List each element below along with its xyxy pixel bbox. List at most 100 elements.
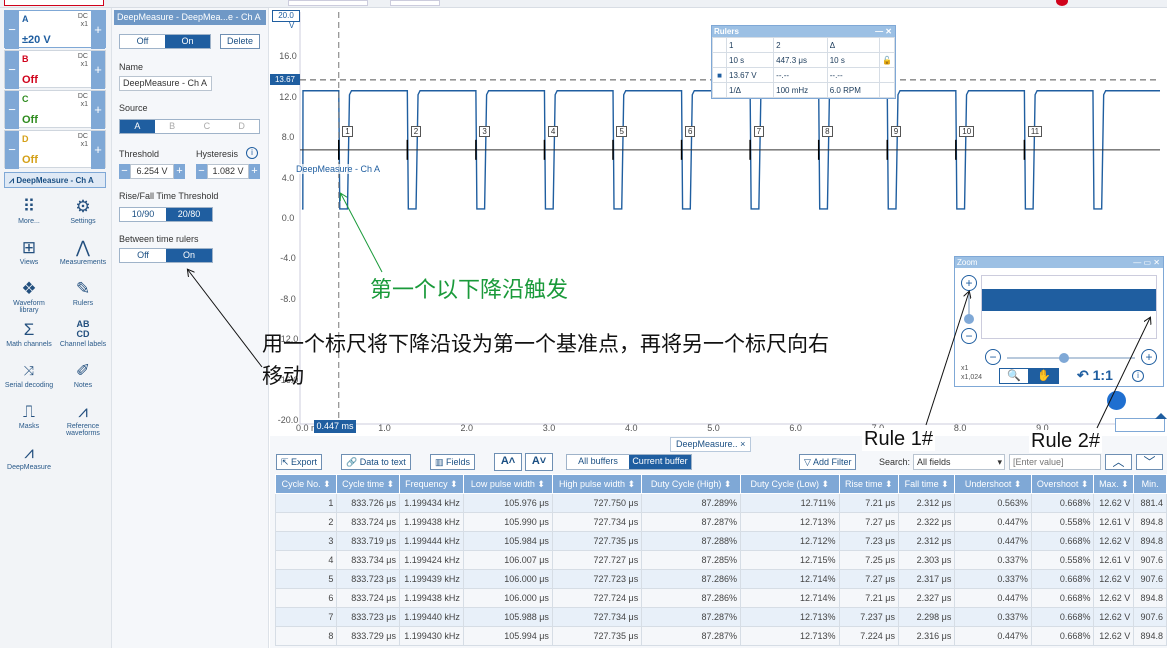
table-cell: 12.713% [739, 626, 840, 646]
column-header[interactable]: Overshoot ⬍ [1030, 474, 1095, 494]
sort-icon[interactable]: ⬍ [882, 479, 893, 489]
sort-icon[interactable]: ⬍ [1011, 479, 1022, 489]
column-header[interactable]: Max. ⬍ [1093, 474, 1135, 494]
sort-icon[interactable]: ⬍ [535, 479, 545, 489]
rulers-window[interactable]: Rulers — ✕ 12Δ 10 s 447.3 μs 10 s 🔓 ■ 13.67 V… [711, 25, 896, 99]
zoom-in-horizontal-button[interactable]: + [1141, 349, 1157, 365]
table-row[interactable]: 1 833.726 μs 1.199434 kHz 105.976 μs 727.750… [274, 493, 1167, 513]
table-row[interactable]: 4 833.734 μs 1.199424 kHz 106.007 μs 727.727… [274, 550, 1167, 570]
rulers-close-icon[interactable]: — ✕ [875, 26, 892, 37]
sort-icon[interactable]: ⬍ [939, 479, 949, 489]
cycle-number-marker: 8 [822, 125, 833, 137]
zoom-out-horizontal-button[interactable]: − [985, 349, 1001, 365]
sort-icon[interactable]: ⬍ [819, 479, 829, 489]
sort-icon[interactable]: ⬍ [448, 479, 458, 489]
column-header[interactable]: High pulse width ⬍ [551, 474, 643, 494]
tool-deepmeasure[interactable]: ⩘ DeepMeasure [4, 442, 54, 471]
zoom-overview[interactable] [981, 275, 1157, 339]
zoom-overview-window[interactable]: Zoom — ▭ ✕ + − − + x1 x1,024 🔍 ✋ ↶ 1:1 i [954, 256, 1164, 387]
rulers-title: Rulers — ✕ [712, 26, 895, 37]
y-range-chip[interactable]: 20.0 [272, 10, 300, 22]
table-cell: 12.715% [739, 550, 840, 570]
search-value-input[interactable] [1009, 454, 1101, 470]
column-header[interactable]: Min. [1133, 474, 1167, 494]
zoom-out-vertical-button[interactable]: − [961, 328, 977, 344]
search-next-icon[interactable]: ﹀ [1136, 454, 1163, 470]
fields-button[interactable]: ▥ Fields [430, 454, 476, 470]
table-cell: 727.734 μs [551, 607, 643, 627]
filter-icon: ▽ [804, 457, 813, 467]
scroll-up-icon[interactable] [1155, 413, 1167, 419]
buffer-selector[interactable]: All buffers Current buffer [566, 454, 692, 470]
ruler-freq-label: 1/Δ [725, 82, 775, 98]
column-header[interactable]: Low pulse width ⬍ [462, 474, 553, 494]
pan-hand-icon[interactable]: ✋ [1029, 368, 1059, 384]
table-row[interactable]: 5 833.723 μs 1.199439 kHz 106.000 μs 727.723… [274, 569, 1167, 589]
table-cell: 894.8 [1133, 588, 1167, 608]
sort-icon[interactable]: ⬍ [625, 479, 636, 489]
undo-icon: ↶ [1077, 367, 1093, 383]
table-cell: 12.62 V [1093, 493, 1135, 513]
table-row[interactable]: 2 833.724 μs 1.199438 kHz 105.990 μs 727.734… [274, 512, 1167, 532]
add-filter-button[interactable]: ▽ Add Filter [799, 454, 857, 470]
vertical-zoom-thumb[interactable] [964, 314, 974, 324]
column-header[interactable]: Undershoot ⬍ [954, 474, 1032, 494]
all-buffers-option[interactable]: All buffers [567, 455, 629, 469]
ruler-voltage-chip[interactable]: 13.67 [270, 74, 300, 85]
column-header[interactable]: Cycle No. ⬍ [274, 474, 338, 494]
column-header[interactable]: Cycle time ⬍ [336, 474, 400, 494]
timebase-input[interactable] [1115, 418, 1165, 432]
table-cell: 12.61 V [1093, 512, 1135, 532]
column-header[interactable]: Duty Cycle (High) ⬍ [641, 474, 741, 494]
column-header[interactable]: Rise time ⬍ [838, 474, 899, 494]
link-icon: 🔗 [346, 457, 360, 467]
export-icon: ⇱ [281, 457, 292, 467]
search-scope-select[interactable]: All fields ▾ [913, 454, 1005, 470]
table-cell: 2 [274, 512, 338, 532]
table-row[interactable]: 6 833.724 μs 1.199438 kHz 106.000 μs 727.724… [274, 588, 1167, 608]
table-cell: 2.317 μs [897, 569, 956, 589]
horizontal-zoom-thumb[interactable] [1059, 353, 1069, 363]
lock-icon[interactable]: 🔓 [879, 52, 895, 68]
table-cell: 2.316 μs [897, 626, 956, 646]
search-previous-icon[interactable]: ︿ [1105, 454, 1132, 470]
column-header[interactable]: Fall time ⬍ [897, 474, 956, 494]
cycle-number-marker: 11 [1027, 125, 1043, 137]
search-label: Search: [879, 457, 911, 467]
font-decrease-icon[interactable]: A˅ [525, 453, 553, 471]
y-tick-label: 4.0 [281, 172, 295, 183]
zoom-window-controls-icon[interactable]: — ▭ ✕ [1133, 257, 1160, 268]
export-button[interactable]: ⇱ Export [276, 454, 323, 470]
trigger-position-marker[interactable] [1107, 391, 1126, 410]
y-tick-label: 8.0 [281, 132, 295, 143]
deepmeasure-tab[interactable]: DeepMeasure.. × [670, 437, 752, 452]
zoom-in-vertical-button[interactable]: + [961, 275, 977, 291]
current-buffer-option[interactable]: Current buffer [629, 455, 691, 469]
table-row[interactable]: 8 833.729 μs 1.199430 kHz 105.994 μs 727.735… [274, 626, 1167, 646]
column-header[interactable]: Duty Cycle (Low) ⬍ [739, 474, 840, 494]
table-row[interactable]: 7 833.723 μs 1.199440 kHz 105.988 μs 727.734… [274, 607, 1167, 627]
cycle-number-marker: 2 [410, 125, 422, 137]
table-cell: 727.735 μs [551, 626, 643, 646]
sort-icon[interactable]: ⬍ [1078, 479, 1089, 489]
data-to-text-button[interactable]: 🔗 Data to text [341, 454, 411, 470]
x-tick-label: 2.0 [460, 423, 473, 433]
table-row[interactable]: 3 833.719 μs 1.199444 kHz 105.984 μs 727.735… [274, 531, 1167, 551]
table-cell: 7.25 μs [838, 550, 899, 570]
sort-icon[interactable]: ⬍ [1119, 479, 1129, 489]
zoom-info-icon[interactable]: i [1132, 370, 1144, 382]
sort-icon[interactable]: ⬍ [721, 479, 732, 489]
ruler-freq-value: 100 mHz [773, 82, 828, 98]
font-increase-icon[interactable]: A˄ [494, 453, 522, 471]
sort-icon[interactable]: ⬍ [321, 479, 331, 489]
table-cell: 833.724 μs [336, 512, 400, 532]
table-cell: 727.724 μs [551, 588, 643, 608]
column-header[interactable]: Frequency ⬍ [398, 474, 464, 494]
time-ruler-chip[interactable]: 0.447 ms [314, 420, 356, 433]
horizontal-zoom-track[interactable] [1007, 357, 1135, 359]
zoom-magnifier-icon[interactable]: 🔍 [999, 368, 1029, 384]
table-cell: 0.563% [954, 493, 1032, 513]
zoom-reset-button[interactable]: ↶ 1:1 [1077, 367, 1113, 384]
sort-icon[interactable]: ⬍ [384, 479, 395, 489]
tab-close-icon[interactable]: × [740, 439, 745, 449]
